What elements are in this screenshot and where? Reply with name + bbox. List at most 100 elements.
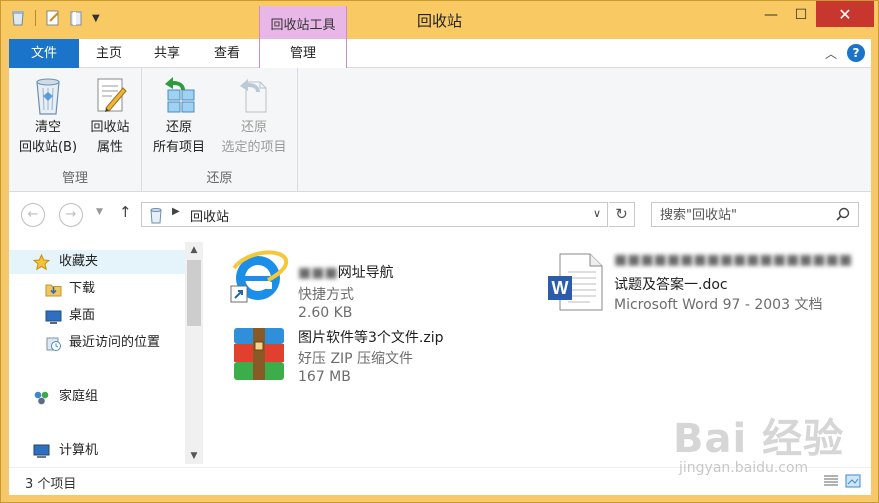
- help-icon[interactable]: ?: [847, 44, 865, 62]
- tab-view[interactable]: 查看: [197, 39, 257, 68]
- navigation-pane: 收藏夹 下载 桌面 最近访问的位置 家庭组 计算机 ▲ ▼: [9, 236, 204, 467]
- restore-all-button[interactable]: 还原 所有项目: [144, 74, 214, 158]
- file-type: Microsoft Word 97 - 2003 文档: [614, 297, 823, 313]
- nav-item-label: 收藏夹: [59, 254, 99, 269]
- ribbon: 清空 回收站(B) 回收站 属性 管理 还原 所有项目 还原 选定的项目 还原: [9, 68, 871, 192]
- item-count: 3 个项目: [25, 477, 77, 492]
- new-folder-small-icon[interactable]: [68, 9, 86, 27]
- collapse-ribbon-icon[interactable]: ︿: [825, 45, 837, 62]
- address-bar[interactable]: ▶ 回收站 ∨: [141, 202, 608, 227]
- minimize-icon: —: [764, 7, 778, 23]
- window-controls: — ☐ ✕: [756, 1, 874, 29]
- window-title: 回收站: [416, 12, 462, 30]
- breadcrumb-chevron-icon[interactable]: ▶: [172, 206, 180, 217]
- file-type: 好压 ZIP 压缩文件: [298, 351, 414, 367]
- details-view-icon[interactable]: [823, 474, 839, 488]
- status-bar: 3 个项目: [9, 467, 871, 495]
- refresh-icon: ↻: [615, 205, 628, 223]
- restore-selected-icon: [240, 79, 267, 113]
- restore-selected-line1: 还原: [240, 120, 267, 135]
- nav-item-label: 家庭组: [59, 389, 99, 404]
- nav-item-favorites[interactable]: 收藏夹: [9, 250, 185, 274]
- recycle-bin-small-icon: [150, 208, 162, 224]
- nav-item-homegroup[interactable]: 家庭组: [9, 385, 185, 409]
- properties-small-icon[interactable]: [44, 9, 62, 27]
- blurred-name-part: ■■■■■■■■■■■■■■■■■■: [614, 252, 853, 268]
- nav-item-desktop[interactable]: 桌面: [9, 304, 185, 328]
- scroll-down-icon[interactable]: ▼: [185, 448, 203, 464]
- properties-line2: 属性: [96, 140, 123, 155]
- ribbon-tabs: 文件 主页 共享 查看 管理 ︿ ?: [9, 39, 871, 109]
- recycle-bin-icon: [36, 78, 60, 115]
- ribbon-group-label-restore: 还原: [206, 171, 233, 186]
- search-icon[interactable]: [836, 207, 850, 221]
- view-switcher: [823, 474, 861, 488]
- ribbon-group-restore: 还原 所有项目 还原 选定的项目 还原: [142, 68, 298, 192]
- customize-toolbar-arrow-icon[interactable]: ▼: [92, 13, 100, 24]
- file-name-hidden-line: ■■■■■■■■■■■■■■■■■■: [614, 252, 852, 268]
- search-box[interactable]: [651, 202, 859, 227]
- restore-all-icon: [165, 77, 195, 113]
- properties-icon: [97, 78, 127, 112]
- ie-shortcut-icon: [230, 250, 289, 303]
- nav-item-recent-places[interactable]: 最近访问的位置: [9, 331, 185, 355]
- file-size: 167 MB: [298, 369, 351, 385]
- restore-all-line1: 还原: [165, 120, 192, 135]
- homegroup-icon: [34, 391, 49, 405]
- address-dropdown-icon[interactable]: ∨: [593, 207, 601, 220]
- empty-recycle-bin-line2: 回收站(B): [18, 140, 78, 155]
- properties-line1: 回收站: [90, 120, 130, 135]
- empty-recycle-bin-line1: 清空: [34, 120, 61, 135]
- star-icon: [33, 254, 50, 271]
- word-document-icon: W: [548, 253, 603, 311]
- list-item[interactable]: 图片软件等3个文件.zip 好压 ZIP 压缩文件 167 MB: [228, 322, 528, 392]
- nav-pane-scrollbar[interactable]: ▲ ▼: [185, 242, 203, 464]
- recycle-bin-properties-button[interactable]: 回收站 属性: [83, 74, 137, 158]
- tab-manage[interactable]: 管理: [259, 39, 347, 69]
- desktop-icon: [45, 310, 62, 324]
- nav-item-computer[interactable]: 计算机: [9, 439, 185, 463]
- file-list: ■■■网址导航 快捷方式 2.60 KB W ■■■■■■■■■■■■■■■■■…: [204, 236, 871, 467]
- tab-share[interactable]: 共享: [139, 39, 195, 68]
- file-type: 快捷方式: [298, 287, 354, 303]
- back-button[interactable]: ←: [21, 203, 45, 227]
- close-icon: ✕: [838, 4, 852, 24]
- up-arrow-icon[interactable]: ↑: [119, 203, 132, 221]
- list-item[interactable]: W ■■■■■■■■■■■■■■■■■■ 试题及答案一.doc Microsof…: [546, 250, 866, 320]
- close-button[interactable]: ✕: [816, 1, 874, 27]
- explorer-window: ▼ 回收站工具 回收站 — ☐ ✕ 文件 主页 共享 查看 管理 ︿ ? 清空 …: [0, 0, 879, 503]
- file-name: ■■■网址导航: [298, 262, 394, 282]
- scrollbar-thumb[interactable]: [187, 260, 201, 326]
- file-name: 试题及答案一.doc: [614, 277, 728, 293]
- tab-home[interactable]: 主页: [81, 39, 137, 68]
- scroll-up-icon[interactable]: ▲: [185, 242, 203, 258]
- breadcrumb-recycle-bin[interactable]: 回收站: [190, 206, 229, 225]
- blurred-name-part: ■■■: [298, 265, 338, 281]
- list-item[interactable]: ■■■网址导航 快捷方式 2.60 KB: [228, 246, 528, 321]
- file-name-visible: 网址导航: [337, 265, 394, 281]
- toolbar-separator: [35, 10, 36, 26]
- svg-text:W: W: [552, 278, 569, 298]
- restore-selected-button[interactable]: 还原 选定的项目: [214, 74, 294, 158]
- minimize-button[interactable]: —: [756, 1, 786, 29]
- file-size: 2.60 KB: [298, 305, 353, 321]
- large-icons-view-icon[interactable]: [845, 474, 861, 488]
- recycle-bin-small-icon[interactable]: [9, 9, 27, 27]
- search-input[interactable]: [660, 204, 830, 226]
- forward-button[interactable]: →: [59, 203, 83, 227]
- quick-access-toolbar: ▼: [9, 9, 100, 27]
- restore-all-line2: 所有项目: [152, 140, 205, 155]
- context-tab-header: 回收站工具: [259, 6, 347, 39]
- address-row: ← → ▼ ↑ ▶ 回收站 ∨ ↻: [9, 192, 871, 236]
- empty-recycle-bin-button[interactable]: 清空 回收站(B): [13, 74, 83, 158]
- download-folder-icon: [45, 284, 62, 297]
- recent-locations-dropdown-icon[interactable]: ▼: [96, 207, 103, 217]
- computer-icon: [33, 444, 50, 458]
- zip-archive-icon: [234, 328, 284, 380]
- maximize-button[interactable]: ☐: [786, 1, 816, 29]
- maximize-icon: ☐: [794, 7, 808, 23]
- nav-item-label: 下载: [69, 281, 96, 296]
- nav-item-downloads[interactable]: 下载: [9, 277, 185, 301]
- nav-item-label: 桌面: [69, 308, 96, 323]
- refresh-button[interactable]: ↻: [609, 202, 635, 227]
